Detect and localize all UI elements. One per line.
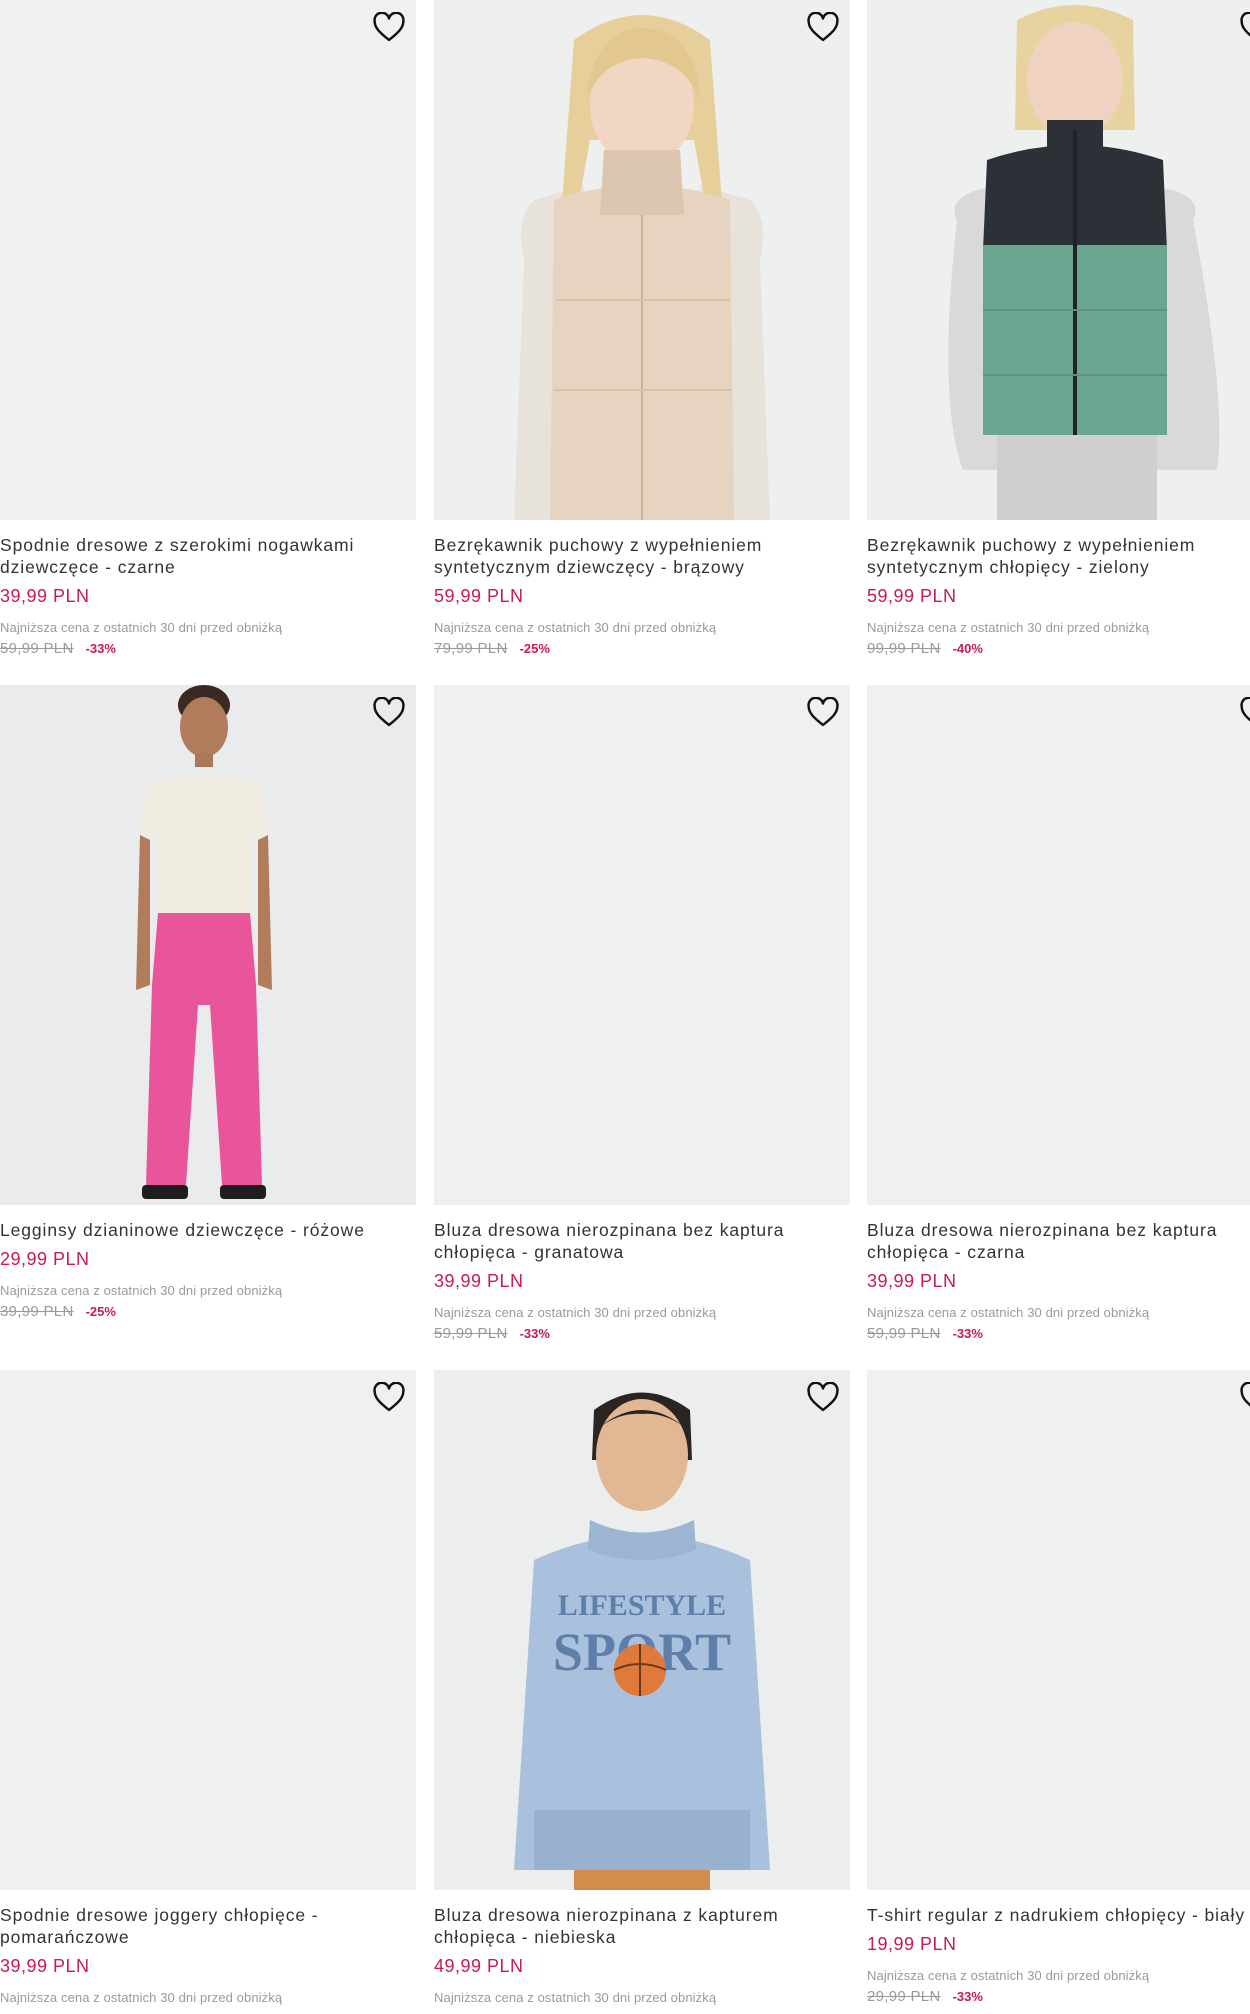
product-price: 39,99 PLN <box>0 586 90 606</box>
product-name-line[interactable]: chłopięca - niebieska <box>434 1926 850 1948</box>
discount-badge: -33% <box>952 1989 983 2004</box>
product-card[interactable]: T-shirt regular z nadrukiem chłopięcy - … <box>867 1370 1250 2005</box>
old-price: 59,99 PLN <box>0 640 74 657</box>
favorite-button[interactable] <box>1237 695 1250 729</box>
product-price: 19,99 PLN <box>867 1934 957 1954</box>
product-card[interactable]: LIFESTYLE SPORT Bluza dresowa nierozpina… <box>434 1370 850 2005</box>
favorite-button[interactable] <box>804 10 842 44</box>
product-card[interactable]: Bluza dresowa nierozpinana bez kaptura c… <box>434 685 850 1342</box>
product-image[interactable] <box>867 0 1250 520</box>
favorite-button[interactable] <box>370 10 408 44</box>
product-card[interactable]: Bluza dresowa nierozpinana bez kaptura c… <box>867 685 1250 1342</box>
product-image[interactable] <box>867 685 1250 1205</box>
old-price: 59,99 PLN <box>434 1325 508 1342</box>
product-name-line[interactable]: chłopięca - granatowa <box>434 1241 850 1263</box>
lowest-price-label: Najniższa cena z ostatnich 30 dni przed … <box>434 620 717 635</box>
product-name-line[interactable]: chłopięca - czarna <box>867 1241 1250 1263</box>
product-name-line[interactable]: Bluza dresowa nierozpinana bez kaptura <box>434 1219 850 1241</box>
product-name-line[interactable]: Bluza dresowa nierozpinana bez kaptura <box>867 1219 1250 1241</box>
product-grid: Spodnie dresowe z szerokimi nogawkami dz… <box>0 0 1250 2014</box>
heart-icon <box>1240 12 1250 37</box>
heart-icon <box>1240 697 1250 722</box>
product-card[interactable]: Bezrękawnik puchowy z wypełnieniem synte… <box>867 0 1250 657</box>
heart-icon <box>373 697 405 727</box>
boy-green-vest-photo <box>867 0 1250 520</box>
heart-icon <box>807 697 839 727</box>
old-price: 59,99 PLN <box>867 1325 941 1342</box>
discount-badge: -25% <box>85 1304 116 1319</box>
product-image[interactable]: LIFESTYLE SPORT <box>434 1370 850 1890</box>
lowest-price-label: Najniższa cena z ostatnich 30 dni przed … <box>0 620 283 635</box>
girl-pink-leggings-photo <box>0 685 416 1205</box>
product-name-line[interactable]: dziewczęce - czarne <box>0 556 416 578</box>
hoodie-print-line1: LIFESTYLE <box>558 1589 726 1622</box>
heart-icon <box>373 1382 405 1412</box>
product-name-line[interactable]: Legginsy dzianinowe dziewczęce - różowe <box>0 1219 416 1241</box>
heart-icon <box>1240 1382 1250 1407</box>
lowest-price-label: Najniższa cena z ostatnich 30 dni przed … <box>434 1990 717 2005</box>
product-image[interactable] <box>434 0 850 520</box>
old-price: 39,99 PLN <box>0 1303 74 1320</box>
product-image[interactable] <box>867 1370 1250 1890</box>
discount-badge: -33% <box>952 1326 983 1341</box>
discount-badge: -40% <box>952 641 983 656</box>
old-price: 99,99 PLN <box>867 640 941 657</box>
old-price: 29,99 PLN <box>867 1988 941 2005</box>
lowest-price-label: Najniższa cena z ostatnich 30 dni przed … <box>0 1283 283 1298</box>
product-name-line[interactable]: Bezrękawnik puchowy z wypełnieniem <box>434 534 850 556</box>
product-name-line[interactable]: Bezrękawnik puchowy z wypełnieniem <box>867 534 1250 556</box>
heart-icon <box>807 12 839 42</box>
favorite-button[interactable] <box>370 695 408 729</box>
favorite-button[interactable] <box>1237 1380 1250 1414</box>
product-name-line[interactable]: Spodnie dresowe joggery chłopięce - <box>0 1904 416 1926</box>
product-card[interactable]: Bezrękawnik puchowy z wypełnieniem synte… <box>434 0 850 657</box>
product-card[interactable]: Spodnie dresowe z szerokimi nogawkami dz… <box>0 0 416 657</box>
product-price: 49,99 PLN <box>434 1956 524 1976</box>
product-price: 59,99 PLN <box>867 586 957 606</box>
discount-badge: -25% <box>519 641 550 656</box>
favorite-button[interactable] <box>1237 10 1250 44</box>
product-image[interactable] <box>0 0 416 520</box>
product-price: 59,99 PLN <box>434 586 524 606</box>
favorite-button[interactable] <box>804 695 842 729</box>
product-name-line[interactable]: syntetycznym dziewczęcy - brązowy <box>434 556 850 578</box>
discount-badge: -33% <box>519 1326 550 1341</box>
heart-icon <box>373 12 405 42</box>
favorite-button[interactable] <box>370 1380 408 1414</box>
product-name-line[interactable]: Bluza dresowa nierozpinana z kapturem <box>434 1904 850 1926</box>
product-image[interactable] <box>0 685 416 1205</box>
product-card[interactable]: Spodnie dresowe joggery chłopięce - poma… <box>0 1370 416 2005</box>
girl-beige-vest-photo <box>434 0 850 520</box>
product-price: 29,99 PLN <box>0 1249 90 1269</box>
product-price: 39,99 PLN <box>434 1271 524 1291</box>
lowest-price-label: Najniższa cena z ostatnich 30 dni przed … <box>0 1990 283 2005</box>
favorite-button[interactable] <box>804 1380 842 1414</box>
lowest-price-label: Najniższa cena z ostatnich 30 dni przed … <box>867 1968 1150 1983</box>
lowest-price-label: Najniższa cena z ostatnich 30 dni przed … <box>867 620 1150 635</box>
boy-blue-hoodie-photo: LIFESTYLE SPORT <box>434 1370 850 1890</box>
product-name-line[interactable]: Spodnie dresowe z szerokimi nogawkami <box>0 534 416 556</box>
discount-badge: -33% <box>85 641 116 656</box>
product-price: 39,99 PLN <box>0 1956 90 1976</box>
product-name-line[interactable]: pomarańczowe <box>0 1926 416 1948</box>
product-image[interactable] <box>434 685 850 1205</box>
product-name-line[interactable]: T-shirt regular z nadrukiem chłopięcy - … <box>867 1904 1250 1926</box>
lowest-price-label: Najniższa cena z ostatnich 30 dni przed … <box>867 1305 1150 1320</box>
product-image[interactable] <box>0 1370 416 1890</box>
old-price: 79,99 PLN <box>434 640 508 657</box>
product-card[interactable]: Legginsy dzianinowe dziewczęce - różowe … <box>0 685 416 1320</box>
product-price: 39,99 PLN <box>867 1271 957 1291</box>
product-name-line[interactable]: syntetycznym chłopięcy - zielony <box>867 556 1250 578</box>
lowest-price-label: Najniższa cena z ostatnich 30 dni przed … <box>434 1305 717 1320</box>
heart-icon <box>807 1382 839 1412</box>
